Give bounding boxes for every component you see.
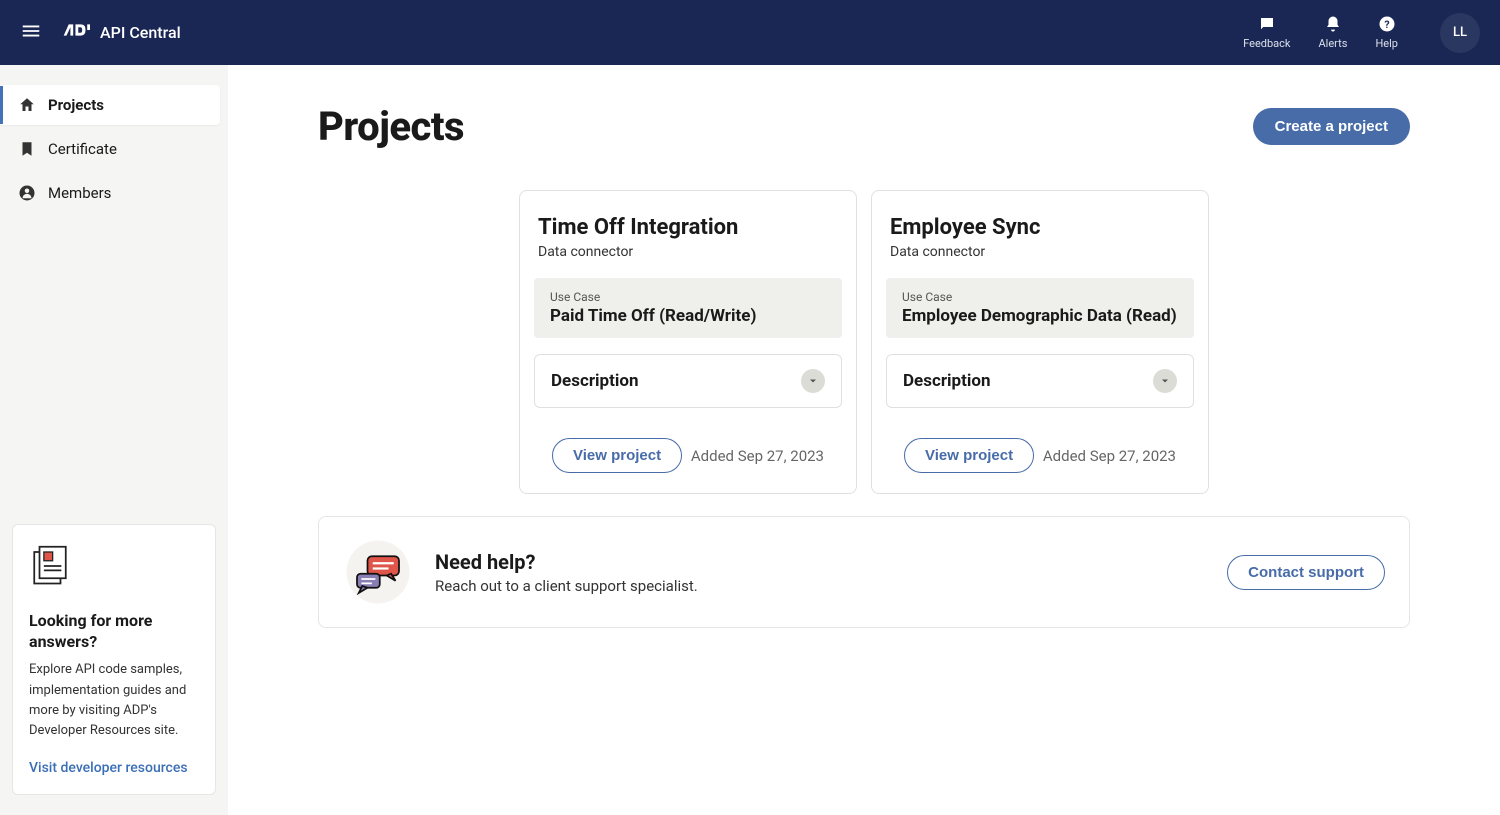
description-label: Description [551,371,638,391]
adp-logo-icon [62,21,90,39]
main-content: Projects Create a project Time Off Integ… [228,65,1500,815]
project-card: Time Off Integration Data connector Use … [519,190,857,494]
help-title: Need help? [435,550,698,574]
help-banner: Need help? Reach out to a client support… [318,516,1410,628]
adp-logo [62,20,90,45]
help-button[interactable]: ? Help [1375,15,1398,50]
usecase-box: Use Case Employee Demographic Data (Read… [886,278,1194,338]
sidebar-item-label: Members [48,184,111,202]
alerts-label: Alerts [1318,37,1347,50]
project-card: Employee Sync Data connector Use Case Em… [871,190,1209,494]
sidebar-item-certificate[interactable]: Certificate [0,129,220,169]
sidebar: Projects Certificate Members Looking for… [0,65,228,815]
sidebar-item-label: Projects [48,96,104,114]
app-header: API Central Feedback Alerts ? Help LL [0,0,1500,65]
usecase-label: Use Case [550,290,826,304]
description-toggle[interactable]: Description [886,354,1194,408]
chevron-down-icon [801,369,825,393]
usecase-label: Use Case [902,290,1178,304]
header-actions: Feedback Alerts ? Help LL [1243,13,1480,53]
project-subtitle: Data connector [534,244,842,260]
project-added-date: Added Sep 27, 2023 [691,447,824,465]
project-subtitle: Data connector [886,244,1194,260]
promo-body: Explore API code samples, implementation… [29,660,199,741]
create-project-button[interactable]: Create a project [1253,108,1410,145]
chat-illustration-icon [343,537,413,607]
feedback-label: Feedback [1243,37,1290,50]
menu-toggle[interactable] [20,20,42,46]
view-project-button[interactable]: View project [904,438,1034,473]
document-icon [29,543,71,589]
help-body: Reach out to a client support specialist… [435,577,698,595]
developer-resources-link[interactable]: Visit developer resources [29,760,188,776]
project-added-date: Added Sep 27, 2023 [1043,447,1176,465]
person-icon [18,184,36,202]
bookmark-icon [18,140,36,158]
product-name: API Central [100,23,181,42]
bell-icon [1324,15,1342,33]
developer-resources-card: Looking for more answers? Explore API co… [12,524,216,795]
project-name: Employee Sync [886,215,1194,240]
help-label: Help [1375,37,1398,50]
sidebar-item-label: Certificate [48,140,117,158]
help-icon: ? [1378,15,1396,33]
svg-text:?: ? [1384,18,1389,31]
chat-icon [1258,15,1276,33]
description-toggle[interactable]: Description [534,354,842,408]
sidebar-item-members[interactable]: Members [0,173,220,213]
usecase-box: Use Case Paid Time Off (Read/Write) [534,278,842,338]
project-name: Time Off Integration [534,215,842,240]
project-cards: Time Off Integration Data connector Use … [318,190,1410,494]
sidebar-item-projects[interactable]: Projects [0,85,220,125]
contact-support-button[interactable]: Contact support [1227,555,1385,590]
feedback-button[interactable]: Feedback [1243,15,1290,50]
user-avatar[interactable]: LL [1440,13,1480,53]
view-project-button[interactable]: View project [552,438,682,473]
page-title: Projects [318,103,464,150]
promo-title: Looking for more answers? [29,611,199,653]
usecase-value: Employee Demographic Data (Read) [902,306,1178,326]
chevron-down-icon [1153,369,1177,393]
description-label: Description [903,371,990,391]
alerts-button[interactable]: Alerts [1318,15,1347,50]
hamburger-icon [20,20,42,42]
home-icon [18,96,36,114]
usecase-value: Paid Time Off (Read/Write) [550,306,826,326]
